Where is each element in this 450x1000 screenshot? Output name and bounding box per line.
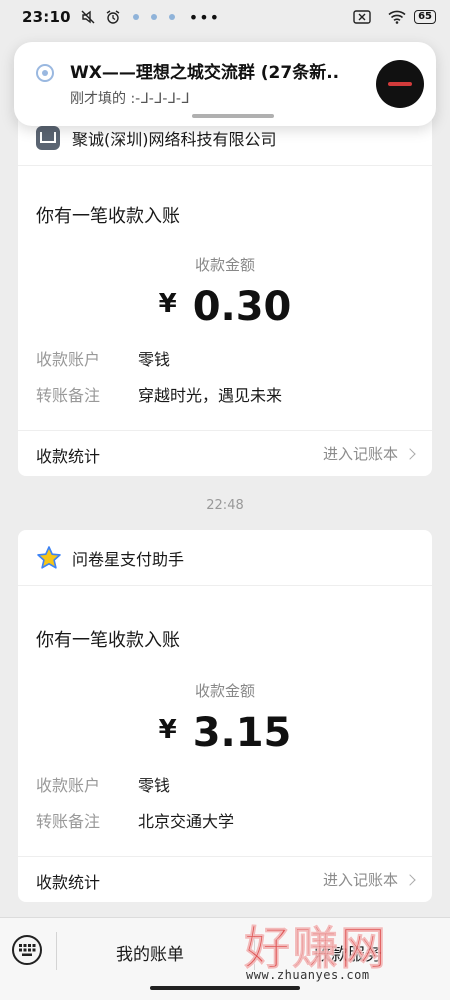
stats-label[interactable]: 收款统计 [36, 869, 100, 893]
notification-app-icon [36, 64, 54, 82]
notification-title: WX——理想之城交流群 (27条新.. [70, 63, 340, 83]
notification-avatar [376, 60, 424, 108]
wifi-icon [388, 10, 406, 24]
app-notification-dot [150, 14, 157, 20]
ledger-link-label: 进入记账本 [322, 445, 398, 463]
status-time: 23:10 [22, 8, 71, 26]
amount-number: 0.30 [192, 284, 292, 330]
card-subtitle: 你有一笔收款入账 [36, 630, 180, 651]
amount-label: 收款金额 [194, 682, 255, 700]
note-label: 转账备注 [36, 812, 101, 831]
my-bills-button[interactable]: 我的账单 [116, 940, 184, 965]
note-value: 穿越时光，遇见未来 [138, 386, 283, 405]
merchant-name: 聚诚(深圳)网络科技有限公司 [72, 129, 277, 149]
home-indicator[interactable] [150, 986, 300, 990]
notification-drag-handle[interactable] [192, 114, 274, 118]
merchant-name: 问卷星支付助手 [72, 549, 185, 569]
divider [56, 932, 57, 970]
sim-missing-icon [353, 10, 371, 24]
amount-value: ¥3.15 [18, 710, 432, 756]
currency-symbol: ¥ [158, 289, 177, 319]
notification-body: 刚才填的 :-ᒧ-ᒧ-ᒧ-ᒧ [70, 91, 190, 107]
chevron-right-icon [404, 873, 416, 886]
notification-banner[interactable]: WX——理想之城交流群 (27条新.. 刚才填的 :-ᒧ-ᒧ-ᒧ-ᒧ [14, 42, 436, 126]
status-bar: 23:10 ••• 65 [0, 0, 450, 34]
ledger-link[interactable]: 进入记账本 [322, 869, 416, 890]
ledger-link[interactable]: 进入记账本 [322, 443, 416, 464]
amount-value: ¥0.30 [18, 284, 432, 330]
alarm-icon [105, 9, 121, 25]
ledger-link-label: 进入记账本 [322, 871, 398, 889]
account-label: 收款账户 [36, 350, 101, 369]
card-header: 问卷星支付助手 [18, 530, 432, 586]
amount-label: 收款金额 [194, 256, 255, 274]
mute-icon [80, 9, 96, 25]
note-label: 转账备注 [36, 386, 101, 405]
payment-card[interactable]: 聚诚(深圳)网络科技有限公司 你有一笔收款入账 收款金额 ¥0.30 收款账户 … [18, 110, 432, 476]
account-value: 零钱 [138, 776, 171, 795]
chevron-right-icon [404, 447, 416, 460]
collect-service-button[interactable]: 收款服务 [314, 940, 382, 965]
card-subtitle: 你有一笔收款入账 [36, 206, 180, 227]
amount-number: 3.15 [192, 710, 292, 756]
merchant-logo-icon [36, 125, 60, 150]
account-label: 收款账户 [36, 776, 101, 795]
keyboard-icon[interactable] [12, 935, 42, 965]
battery-indicator: 65 [414, 10, 436, 24]
divider [254, 932, 255, 970]
more-notifications-icon: ••• [188, 7, 221, 27]
app-notification-dot [168, 14, 175, 20]
stats-label[interactable]: 收款统计 [36, 443, 100, 467]
note-value: 北京交通大学 [138, 812, 235, 831]
card-footer[interactable]: 收款统计 进入记账本 [18, 856, 432, 902]
account-value: 零钱 [138, 350, 171, 369]
currency-symbol: ¥ [158, 715, 177, 745]
chat-timestamp: 22:48 [206, 498, 244, 513]
card-footer[interactable]: 收款统计 进入记账本 [18, 430, 432, 476]
star-icon [36, 545, 62, 571]
app-notification-dot [132, 14, 139, 20]
payment-card[interactable]: 问卷星支付助手 你有一笔收款入账 收款金额 ¥3.15 收款账户 零钱 转账备注… [18, 530, 432, 902]
